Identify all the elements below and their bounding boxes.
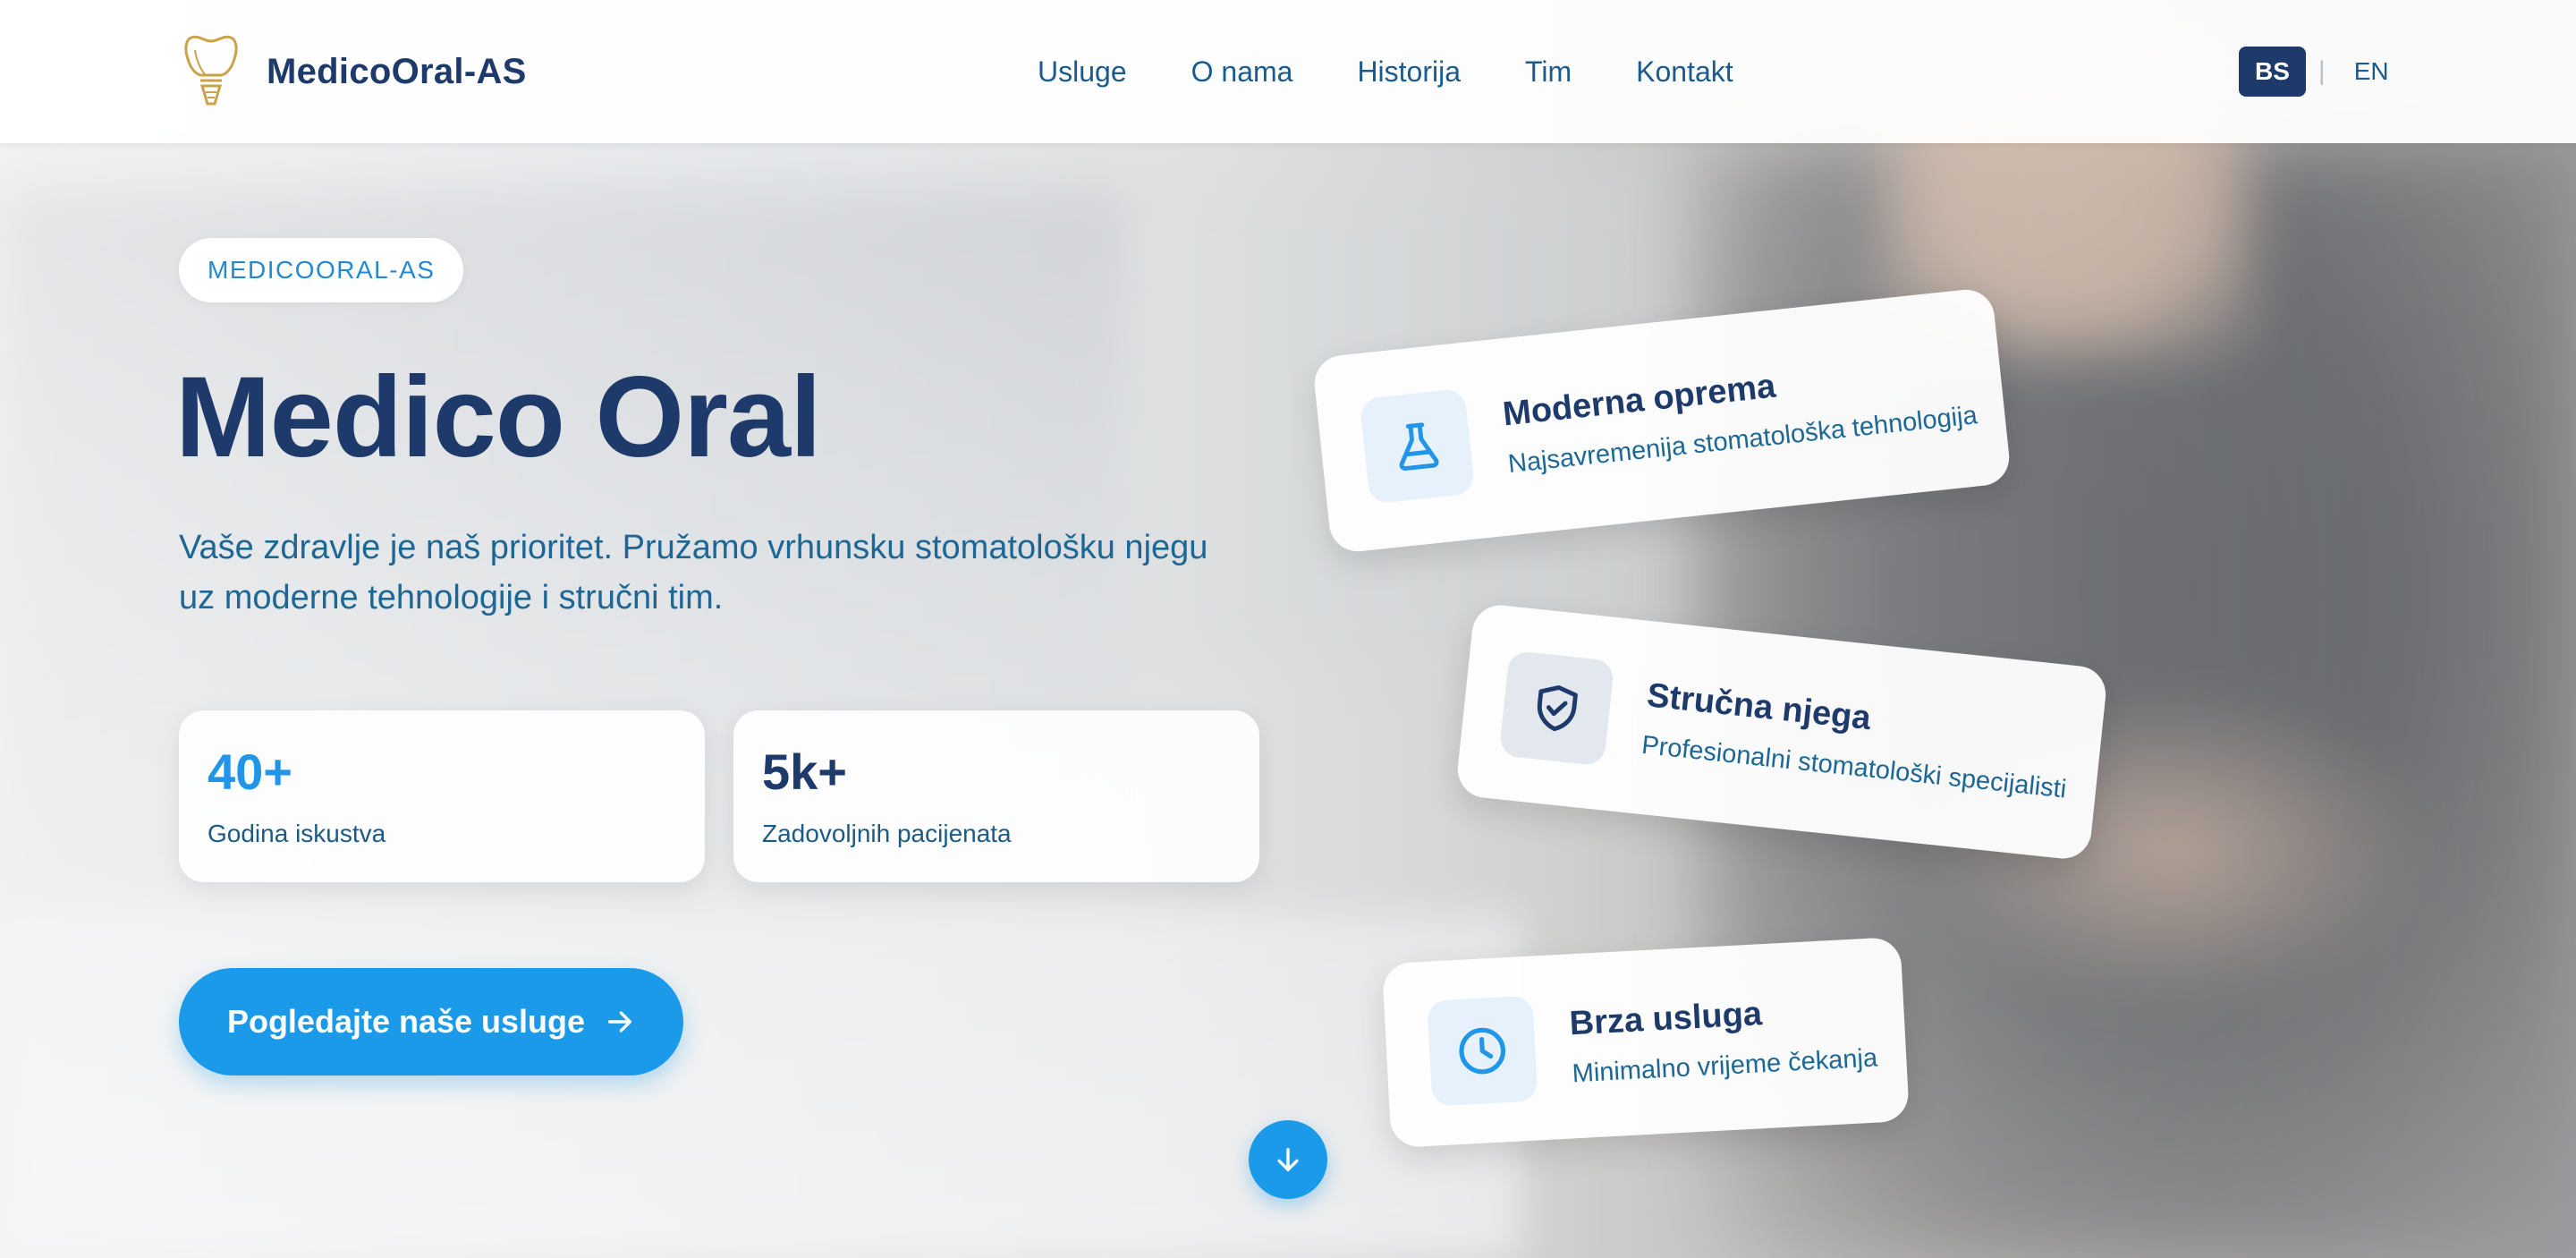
- language-switcher: BS | EN: [2239, 47, 2405, 97]
- brand-name: MedicoOral-AS: [267, 51, 527, 91]
- feature-icon-box: [1359, 387, 1476, 505]
- feature-icon-box: [1427, 995, 1538, 1107]
- view-services-button[interactable]: Pogledajte naše usluge: [179, 968, 683, 1075]
- feature-description: Minimalno vrijeme čekanja: [1571, 1043, 1878, 1089]
- shield-check-icon: [1537, 684, 1578, 732]
- hero-subtitle: Vaše zdravlje je naš prioritet. Pružamo …: [179, 529, 1208, 616]
- arrow-down-icon: [1277, 1147, 1299, 1172]
- brand-logo[interactable]: MedicoOral-AS: [182, 32, 527, 111]
- hero-badge: MEDICOORAL-AS: [179, 238, 464, 302]
- arrow-right-icon: [608, 1011, 632, 1033]
- stat-value: 40+: [208, 744, 292, 800]
- language-bs-button[interactable]: BS: [2239, 47, 2306, 97]
- feature-icon-box: [1498, 650, 1615, 767]
- site-header: MedicoOral-AS Usluge O nama Historija Ti…: [0, 0, 2576, 143]
- hero-title: Medico Oral: [175, 353, 822, 481]
- nav-link-usluge[interactable]: Usluge: [1038, 50, 1127, 93]
- clock-icon: [1459, 1027, 1506, 1075]
- stat-label: Zadovoljnih pacijenata: [762, 820, 1012, 847]
- scroll-down-button[interactable]: [1249, 1120, 1327, 1199]
- feature-card-fast-service: Brza usluga Minimalno vrijeme čekanja: [1382, 936, 1910, 1149]
- language-en-button[interactable]: EN: [2338, 47, 2405, 97]
- view-services-label: Pogledajte naše usluge: [226, 1003, 586, 1040]
- nav-link-historija[interactable]: Historija: [1357, 50, 1461, 93]
- tooth-implant-icon: [184, 35, 238, 106]
- language-divider: |: [2318, 56, 2326, 86]
- stat-label: Godina iskustva: [208, 820, 386, 847]
- nav-link-o-nama[interactable]: O nama: [1191, 50, 1293, 93]
- nav-link-kontakt[interactable]: Kontakt: [1636, 50, 1733, 93]
- nav-link-tim[interactable]: Tim: [1525, 50, 1572, 93]
- stat-card-experience: 40+ Godina iskustva: [179, 710, 705, 882]
- flask-icon: [1399, 422, 1439, 471]
- main-nav: Usluge O nama Historija Tim Kontakt: [1038, 50, 1798, 93]
- stat-card-patients: 5k+ Zadovoljnih pacijenata: [733, 710, 1259, 882]
- feature-title: Brza usluga: [1568, 995, 1764, 1043]
- stat-value: 5k+: [762, 744, 847, 800]
